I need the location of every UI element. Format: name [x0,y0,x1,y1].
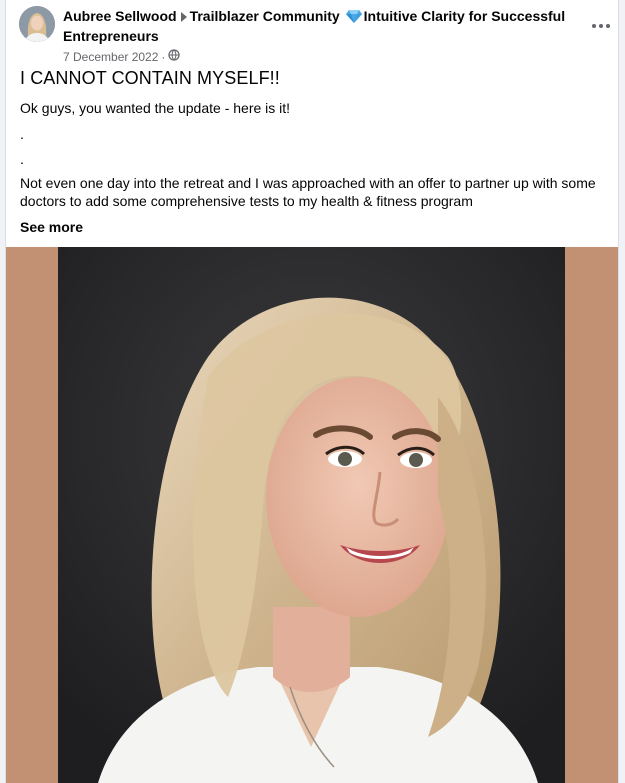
more-options-dot [599,24,603,28]
more-options-button[interactable] [587,16,615,36]
meta-separator: · [161,50,166,64]
post-photo [58,247,565,783]
author-name[interactable]: Aubree Sellwood [63,8,177,24]
post-paragraph: . [20,151,24,167]
group-name[interactable]: Trailblazer Community [190,8,340,24]
arrow-right-icon [180,12,187,22]
post-paragraph: Ok guys, you wanted the update - here is… [20,100,291,116]
post-paragraph: Not even one day into the retreat and I … [20,175,596,209]
post-title: I CANNOT CONTAIN MYSELF!! [20,68,280,88]
post-paragraph: . [20,126,24,142]
post-media[interactable] [6,247,618,783]
more-options-dot [606,24,610,28]
post-date[interactable]: 7 December 2022 [63,49,158,65]
post-card: Aubree Sellwood Trailblazer Community Int… [6,0,618,783]
post-attribution: Aubree Sellwood Trailblazer Community Int… [63,7,583,45]
post-header: Aubree Sellwood Trailblazer Community Int… [19,6,610,65]
avatar-image [19,6,55,42]
portrait-image [58,247,565,783]
author-avatar[interactable] [19,6,55,42]
see-more-link[interactable]: See more [20,218,83,236]
gem-icon [345,9,362,27]
post-meta: 7 December 2022 · [63,49,181,65]
globe-icon [168,49,181,65]
more-options-icon [592,24,596,28]
